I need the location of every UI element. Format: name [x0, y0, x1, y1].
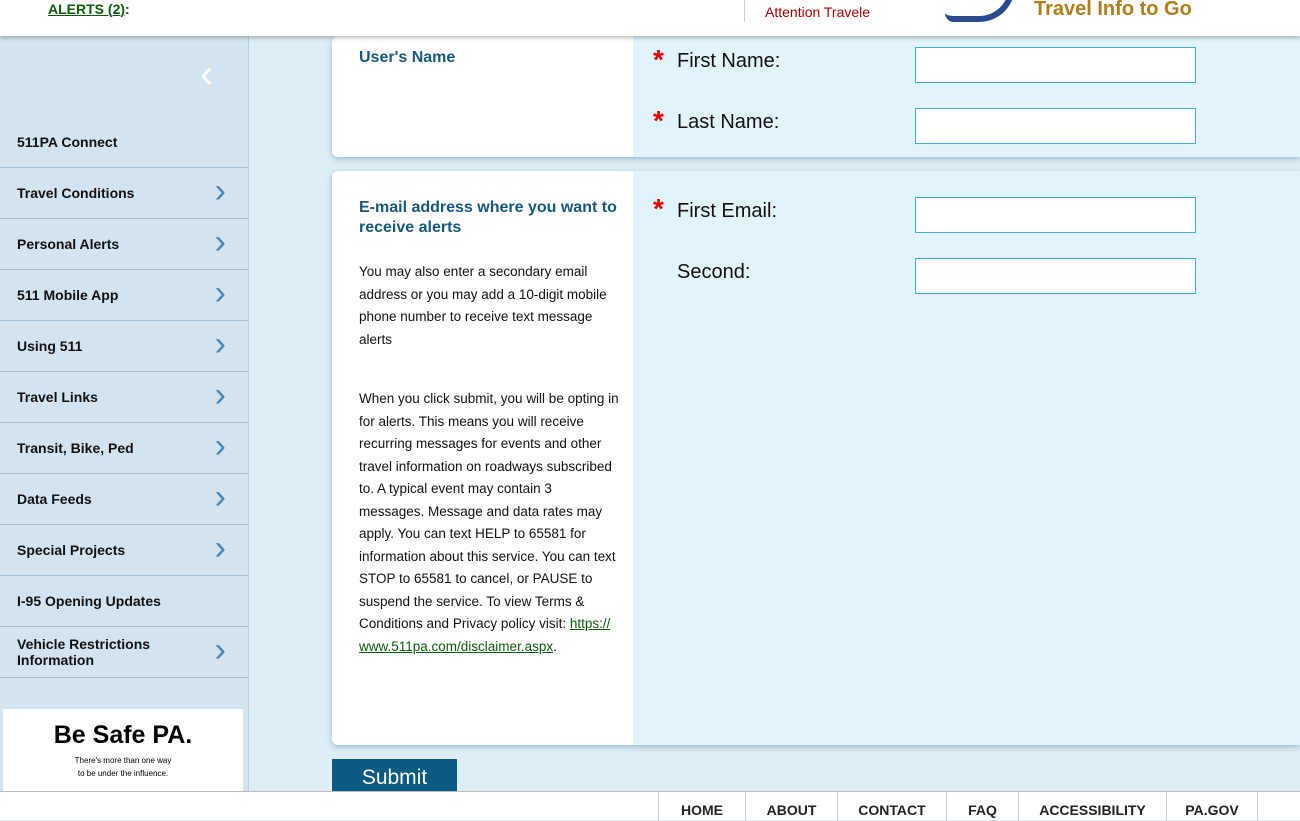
email-card: E-mail address where you want to receive… — [332, 171, 1300, 745]
divider — [744, 0, 745, 22]
first-email-label: First Email: — [677, 200, 777, 222]
sidebar-item[interactable]: 511PA Connect — [0, 117, 248, 168]
chevron-right-icon[interactable]: › — [215, 274, 226, 313]
sidebar-item-label: Travel Links — [17, 389, 98, 405]
sidebar-item-label: Special Projects — [17, 542, 126, 558]
chevron-right-icon[interactable]: › — [215, 631, 226, 670]
sidebar-item[interactable]: Vehicle Restrictions Information › — [0, 627, 248, 678]
last-name-label: Last Name: — [677, 111, 780, 133]
first-name-label: First Name: — [677, 50, 781, 72]
sidebar-item[interactable]: Transit, Bike, Ped › — [0, 423, 248, 474]
footer-nav: HOME ABOUT CONTACT FAQ ACCESSIBILITY PA.GOV — [0, 791, 1300, 821]
511-logo[interactable] — [945, 0, 1015, 22]
be-safe-pa-ad[interactable]: Be Safe PA. There's more than one way to … — [3, 709, 243, 791]
chevron-right-icon[interactable]: › — [215, 427, 226, 466]
tagline: Travel Info to Go — [1034, 0, 1192, 20]
chevron-right-icon[interactable]: › — [215, 223, 226, 262]
sidebar-item-label: Vehicle Restrictions Information — [17, 636, 151, 668]
required-icon: * — [653, 193, 664, 224]
opt-in-text: When you click submit, you will be optin… — [359, 391, 619, 631]
footer-link[interactable]: ABOUT — [745, 792, 837, 821]
ad-title: Be Safe PA. — [53, 721, 193, 749]
submit-button[interactable]: Submit — [332, 759, 457, 792]
sidebar: ‹ 511PA Connect Travel Conditions › Persona… — [0, 36, 249, 791]
first-email-input[interactable] — [915, 197, 1196, 233]
sidebar-item-label: Data Feeds — [17, 491, 92, 507]
opt-in-description: When you click submit, you will be optin… — [359, 388, 619, 658]
email-section-title: E-mail address where you want to receive… — [359, 199, 617, 236]
footer-link[interactable]: CONTACT — [837, 792, 946, 821]
sidebar-item-label: Personal Alerts — [17, 236, 120, 252]
sidebar-item-label: Transit, Bike, Ped — [17, 440, 134, 456]
sidebar-item[interactable]: Data Feeds › — [0, 474, 248, 525]
chevron-right-icon[interactable]: › — [215, 172, 226, 211]
ad-line1: There's more than one way — [74, 756, 172, 765]
footer-link[interactable]: HOME — [658, 792, 745, 821]
email-description: You may also enter a secondary email add… — [359, 264, 607, 347]
header: ALERTS (2): Attention Travele Travel Inf… — [0, 0, 1300, 36]
first-name-input[interactable] — [915, 47, 1196, 83]
sidebar-item[interactable]: Special Projects › — [0, 525, 248, 576]
alerts: ALERTS (2): — [48, 1, 130, 17]
attention-ticker[interactable]: Attention Travele — [765, 4, 870, 20]
alerts-label: ALERTS — [48, 1, 104, 17]
alerts-suffix: : — [125, 1, 130, 17]
sidebar-item[interactable]: Using 511 › — [0, 321, 248, 372]
sidebar-item[interactable]: 511 Mobile App › — [0, 270, 248, 321]
sidebar-item-label: I-95 Opening Updates — [17, 593, 161, 609]
sidebar-item-label: 511 Mobile App — [17, 287, 119, 303]
sidebar-item-label: Travel Conditions — [17, 185, 135, 201]
chevron-right-icon[interactable]: › — [215, 376, 226, 415]
sidebar-item[interactable]: Travel Conditions › — [0, 168, 248, 219]
chevron-right-icon[interactable]: › — [215, 325, 226, 364]
footer-link[interactable]: PA.GOV — [1166, 792, 1258, 821]
footer-link[interactable]: ACCESSIBILITY — [1018, 792, 1166, 821]
collapse-sidebar-icon[interactable]: ‹ — [200, 54, 213, 94]
name-card: User's Name * First Name: * Last Name: — [332, 36, 1300, 157]
name-section-title: User's Name — [359, 49, 456, 66]
footer-link[interactable]: FAQ — [946, 792, 1018, 821]
sidebar-item-label: 511PA Connect — [17, 134, 118, 150]
second-email-label: Second: — [677, 261, 751, 283]
last-name-input[interactable] — [915, 108, 1196, 144]
chevron-right-icon[interactable]: › — [215, 478, 226, 517]
ad-line2: to be under the influence. — [77, 769, 169, 778]
sidebar-item[interactable]: Personal Alerts › — [0, 219, 248, 270]
sidebar-item[interactable]: I-95 Opening Updates — [0, 576, 248, 627]
required-icon: * — [653, 44, 664, 75]
required-icon: * — [653, 105, 664, 136]
alerts-link[interactable]: ALERTS (2) — [48, 1, 125, 17]
opt-in-end: . — [553, 638, 557, 654]
alerts-count: 2 — [112, 1, 121, 17]
chevron-right-icon[interactable]: › — [215, 529, 226, 568]
sidebar-item-label: Using 511 — [17, 338, 83, 354]
second-email-input[interactable] — [915, 258, 1196, 294]
sidebar-item[interactable]: Travel Links › — [0, 372, 248, 423]
